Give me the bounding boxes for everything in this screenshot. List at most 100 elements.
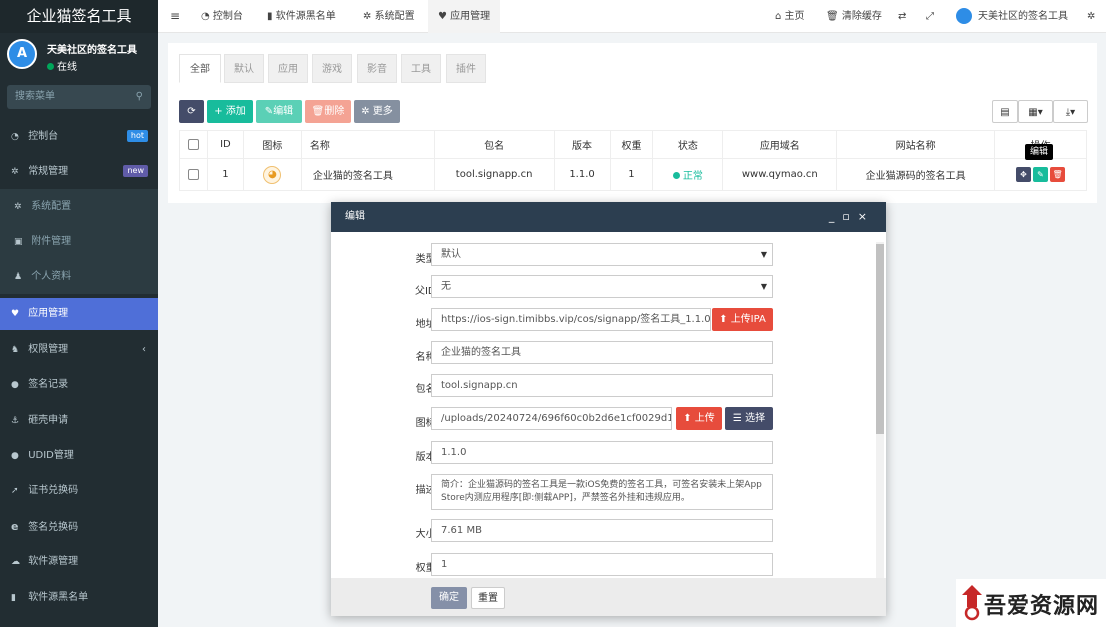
modal-footer: 确定 重置	[331, 578, 886, 616]
minimize-icon[interactable]: _	[829, 210, 843, 223]
upload-button[interactable]: ⬆ 上传	[676, 407, 722, 430]
pencil-icon: ✎	[264, 106, 274, 117]
description-label: 描述:	[415, 485, 439, 496]
menu-search-input[interactable]: 搜索菜单 ⚲	[7, 85, 151, 109]
list-icon: ☰	[732, 413, 742, 424]
add-button[interactable]: + 添加	[207, 100, 253, 123]
columns-button[interactable]: ▦▾	[1018, 100, 1053, 123]
pencil-icon: ✎	[1037, 170, 1044, 179]
cloud-icon: ☁	[11, 557, 20, 567]
tab-tools[interactable]: 工具	[401, 54, 441, 83]
more-button[interactable]: ✲ 更多	[354, 100, 400, 123]
upload-icon: ⬆	[683, 413, 692, 424]
row-delete-button[interactable]: 🗑	[1050, 167, 1066, 182]
row-id: 1	[206, 158, 244, 191]
tab-media[interactable]: 影音	[357, 54, 397, 83]
name-input[interactable]: 企业猫的签名工具	[431, 341, 773, 364]
row-checkbox[interactable]	[187, 168, 199, 180]
refresh-button[interactable]: ⟳	[179, 100, 204, 123]
sidebar-item-attachments[interactable]: ▣ 附件管理	[0, 224, 158, 259]
upload-icon: ⬆	[719, 314, 728, 325]
column-header: 图标	[242, 130, 302, 159]
app-icon: ◕	[263, 165, 282, 184]
column-header: 包名	[433, 130, 555, 159]
select-all-checkbox[interactable]	[187, 138, 199, 150]
modal-scroll-thumb[interactable]	[876, 244, 884, 434]
online-dot-icon	[47, 63, 54, 70]
drag-sort-button[interactable]: ✥	[1016, 167, 1032, 182]
avatar: A	[7, 39, 37, 69]
upload-ipa-button[interactable]: ⬆ 上传IPA	[712, 308, 773, 331]
sidebar-item-cert-codes[interactable]: ➚ 证书兑换码	[0, 473, 158, 508]
sidebar-item-unshell[interactable]: ⚓ 砸壳申请	[0, 403, 158, 438]
reset-button[interactable]: 重置	[471, 587, 505, 609]
menu-toggle-icon[interactable]: ≡	[170, 0, 180, 33]
settings-icon[interactable]: ✲	[1087, 0, 1095, 33]
confirm-button[interactable]: 确定	[431, 587, 467, 609]
column-header: 应用域名	[722, 130, 838, 159]
package-input[interactable]: tool.signapp.cn	[431, 374, 773, 397]
sidebar-item-profile[interactable]: ♟ 个人资料	[0, 259, 158, 294]
sidebar-item-sign-codes[interactable]: e 签名兑换码	[0, 509, 158, 544]
parent-select[interactable]: 无 ▼	[431, 275, 773, 298]
row-edit-button[interactable]: ✎	[1033, 167, 1049, 182]
tab-default[interactable]: 默认	[224, 54, 264, 83]
row-domain: www.qymao.cn	[722, 158, 838, 191]
sidebar-item-source-blacklist[interactable]: ▮ 软件源黑名单	[0, 580, 158, 615]
fullscreen-icon[interactable]: ⤢	[926, 0, 934, 33]
weight-input[interactable]: 1	[431, 553, 773, 576]
type-select[interactable]: 默认 ▼	[431, 243, 773, 266]
tab-games[interactable]: 游戏	[312, 54, 352, 83]
sidebar-item-sign-records[interactable]: ● 签名记录	[0, 367, 158, 402]
watermark-text: 吾爱资源网	[984, 593, 1100, 619]
column-header[interactable]: ID	[206, 130, 244, 159]
edit-tooltip: 编辑	[1025, 144, 1054, 160]
heart-icon: ♥	[11, 309, 20, 319]
hot-badge: hot	[126, 130, 148, 142]
top-tab-source-blacklist[interactable]: ▮ 软件源黑名单	[267, 0, 336, 33]
sidebar-item-system-config[interactable]: ✲ 系统配置	[0, 189, 158, 224]
tab-all[interactable]: 全部	[179, 54, 221, 83]
size-input[interactable]: 7.61 MB	[431, 519, 773, 542]
tab-plugins[interactable]: 插件	[446, 54, 486, 83]
top-tab-dashboard[interactable]: ◔ 控制台	[201, 0, 243, 33]
version-label: 版本:	[415, 452, 439, 463]
toggle-view-button[interactable]: ▤	[992, 100, 1018, 123]
sidebar-item-general[interactable]: ✲ 常规管理 new	[0, 154, 158, 189]
maximize-icon[interactable]: ▫	[842, 210, 857, 223]
sidebar-item-permissions[interactable]: ♞ 权限管理 ‹	[0, 332, 158, 367]
clear-cache-button[interactable]: 🗑 清除缓存	[826, 0, 882, 33]
tab-apps[interactable]: 应用	[268, 54, 308, 83]
language-icon[interactable]: ⇄	[898, 0, 906, 33]
url-input[interactable]: https://ios-sign.timibbs.vip/cos/signapp…	[431, 308, 711, 331]
trash-icon: 🗑	[311, 106, 325, 117]
file-icon: ▣	[14, 237, 23, 247]
dashboard-icon: ◔	[201, 11, 210, 22]
export-button[interactable]: ⤓▾	[1053, 100, 1088, 123]
trash-icon: 🗑	[826, 11, 839, 22]
edit-button[interactable]: ✎编辑	[256, 100, 302, 123]
modal-body: 类型: 默认 ▼ 父ID: 无 ▼ 地址: https://ios-sign.tim…	[331, 232, 886, 580]
version-input[interactable]: 1.1.0	[431, 441, 773, 464]
close-icon[interactable]: ×	[858, 210, 875, 223]
icon-path-input[interactable]: /uploads/20240724/696f60c0b2d6e1cf0029d1…	[431, 407, 672, 430]
top-user-menu[interactable]: 天美社区的签名工具	[955, 0, 1068, 33]
top-tab-system-config[interactable]: ✲ 系统配置	[363, 0, 415, 33]
anchor-icon: ⚓	[11, 416, 20, 426]
top-tab-app-management[interactable]: ♥ 应用管理	[428, 0, 501, 33]
sidebar-item-dashboard[interactable]: ◔ 控制台 hot	[0, 119, 158, 154]
apps-table: ID 图标 名称 包名 版本 权重 状态 应用域名 网站名称 操作 1 ◕ 企业…	[179, 130, 1087, 191]
delete-button[interactable]: 🗑删除	[305, 100, 351, 123]
choose-button[interactable]: ☰ 选择	[725, 407, 773, 430]
description-textarea[interactable]: 简介：企业猫源码的签名工具是一款iOS免费的签名工具，可签名安装未上架App S…	[431, 474, 773, 510]
sidebar-item-udid[interactable]: ● UDID管理	[0, 438, 158, 473]
table-header-row: ID 图标 名称 包名 版本 权重 状态 应用域名 网站名称 操作	[179, 130, 1087, 159]
home-link[interactable]: ⌂ 主页	[775, 0, 805, 33]
modal-header: 编辑 _▫×	[331, 202, 886, 232]
apple-icon: ●	[11, 451, 19, 461]
sidebar-item-app-management[interactable]: ♥ 应用管理	[0, 298, 158, 330]
column-header[interactable]: 权重	[609, 130, 654, 159]
weight-label: 权重:	[415, 563, 439, 574]
sidebar-item-sources[interactable]: ☁ 软件源管理	[0, 544, 158, 579]
cogs-icon: ✲	[11, 167, 19, 177]
